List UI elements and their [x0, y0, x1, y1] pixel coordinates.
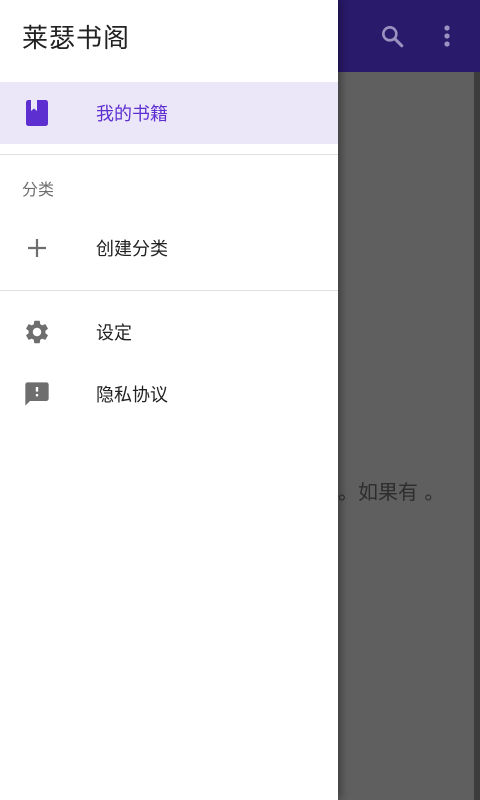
drawer-item-label: 隐私协议 [96, 385, 168, 406]
divider [0, 154, 338, 155]
drawer-item-label: 创建分类 [96, 239, 168, 260]
book-icon [22, 98, 52, 128]
feedback-icon [22, 379, 52, 409]
more-vert-icon[interactable] [431, 20, 463, 52]
empty-message: 籍。如果有 。 [318, 480, 445, 504]
drawer-title: 莱瑟书阁 [22, 24, 131, 54]
gear-icon [22, 317, 52, 347]
category-section-header: 分类 [22, 180, 55, 199]
drawer-item-label: 设定 [96, 323, 132, 344]
scrim-edge [474, 72, 480, 800]
drawer-item-label: 我的书籍 [96, 104, 168, 125]
drawer-item-my-books[interactable]: 我的书籍 [0, 82, 338, 144]
navigation-drawer: 莱瑟书阁 我的书籍 分类 创建分类 设定 隐私协议 [0, 0, 338, 800]
drawer-item-privacy[interactable]: 隐私协议 [0, 363, 338, 425]
drawer-item-settings[interactable]: 设定 [0, 301, 338, 363]
drawer-item-create-category[interactable]: 创建分类 [0, 217, 338, 279]
search-icon[interactable] [376, 20, 408, 52]
divider [0, 290, 338, 291]
plus-icon [22, 233, 52, 263]
